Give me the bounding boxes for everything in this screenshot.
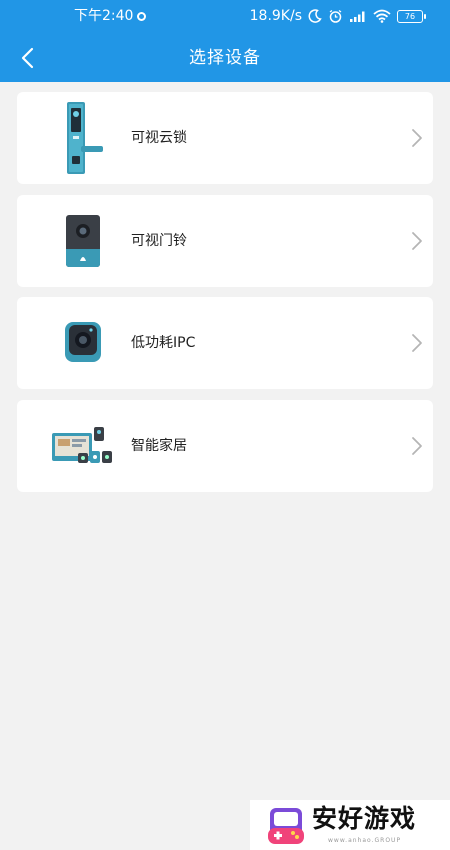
device-label: 低功耗IPC	[131, 335, 196, 351]
app-bar: 选择设备	[0, 34, 450, 82]
net-speed: 18.9K/s	[249, 8, 302, 24]
chevron-right-icon	[412, 334, 422, 352]
status-indicators: 18.9K/s 76	[250, 7, 426, 25]
ipc-camera-icon	[65, 322, 101, 362]
watermark-text: 安好游戏	[312, 804, 417, 833]
chevron-right-icon	[412, 436, 422, 455]
moon-icon	[308, 9, 322, 23]
battery-icon: 76	[397, 9, 426, 23]
gamepad-logo-icon	[268, 808, 304, 844]
device-item-doorbell[interactable]: 可视门铃	[17, 194, 433, 287]
status-bar: 下午2:40 18.9K/s 76	[0, 0, 450, 34]
device-label: 可视门铃	[131, 232, 187, 249]
chevron-right-icon	[412, 231, 422, 250]
notification-dot-icon	[137, 12, 147, 21]
doorbell-icon	[66, 214, 100, 267]
device-item-smart-home[interactable]: 智能家居	[17, 399, 433, 492]
battery-tip	[424, 13, 426, 19]
wifi-icon	[373, 9, 391, 23]
device-list: 可视云锁 可视门铃 低功耗IPC 智能家居	[17, 92, 433, 502]
battery-level: 76	[397, 9, 423, 23]
smart-home-icon	[52, 426, 112, 463]
alarm-icon	[329, 9, 342, 23]
status-time: 下午2:40	[74, 7, 147, 25]
device-item-smart-lock[interactable]: 可视云锁	[17, 92, 433, 184]
status-time-text: 下午2:40	[74, 8, 134, 24]
watermark: 安好游戏 www.anhao.GROUP	[250, 800, 450, 850]
smart-lock-icon	[67, 102, 103, 174]
device-thumbnail	[43, 201, 123, 281]
device-thumbnail	[43, 98, 123, 178]
device-item-ipc[interactable]: 低功耗IPC	[17, 297, 433, 389]
device-label: 可视云锁	[131, 130, 187, 146]
signal-icon	[350, 11, 365, 22]
device-thumbnail	[43, 406, 123, 486]
device-label: 智能家居	[131, 437, 187, 454]
page-title: 选择设备	[189, 48, 261, 68]
watermark-subtext: www.anhao.GROUP	[328, 837, 402, 844]
chevron-right-icon	[412, 129, 422, 147]
device-thumbnail	[43, 303, 123, 383]
